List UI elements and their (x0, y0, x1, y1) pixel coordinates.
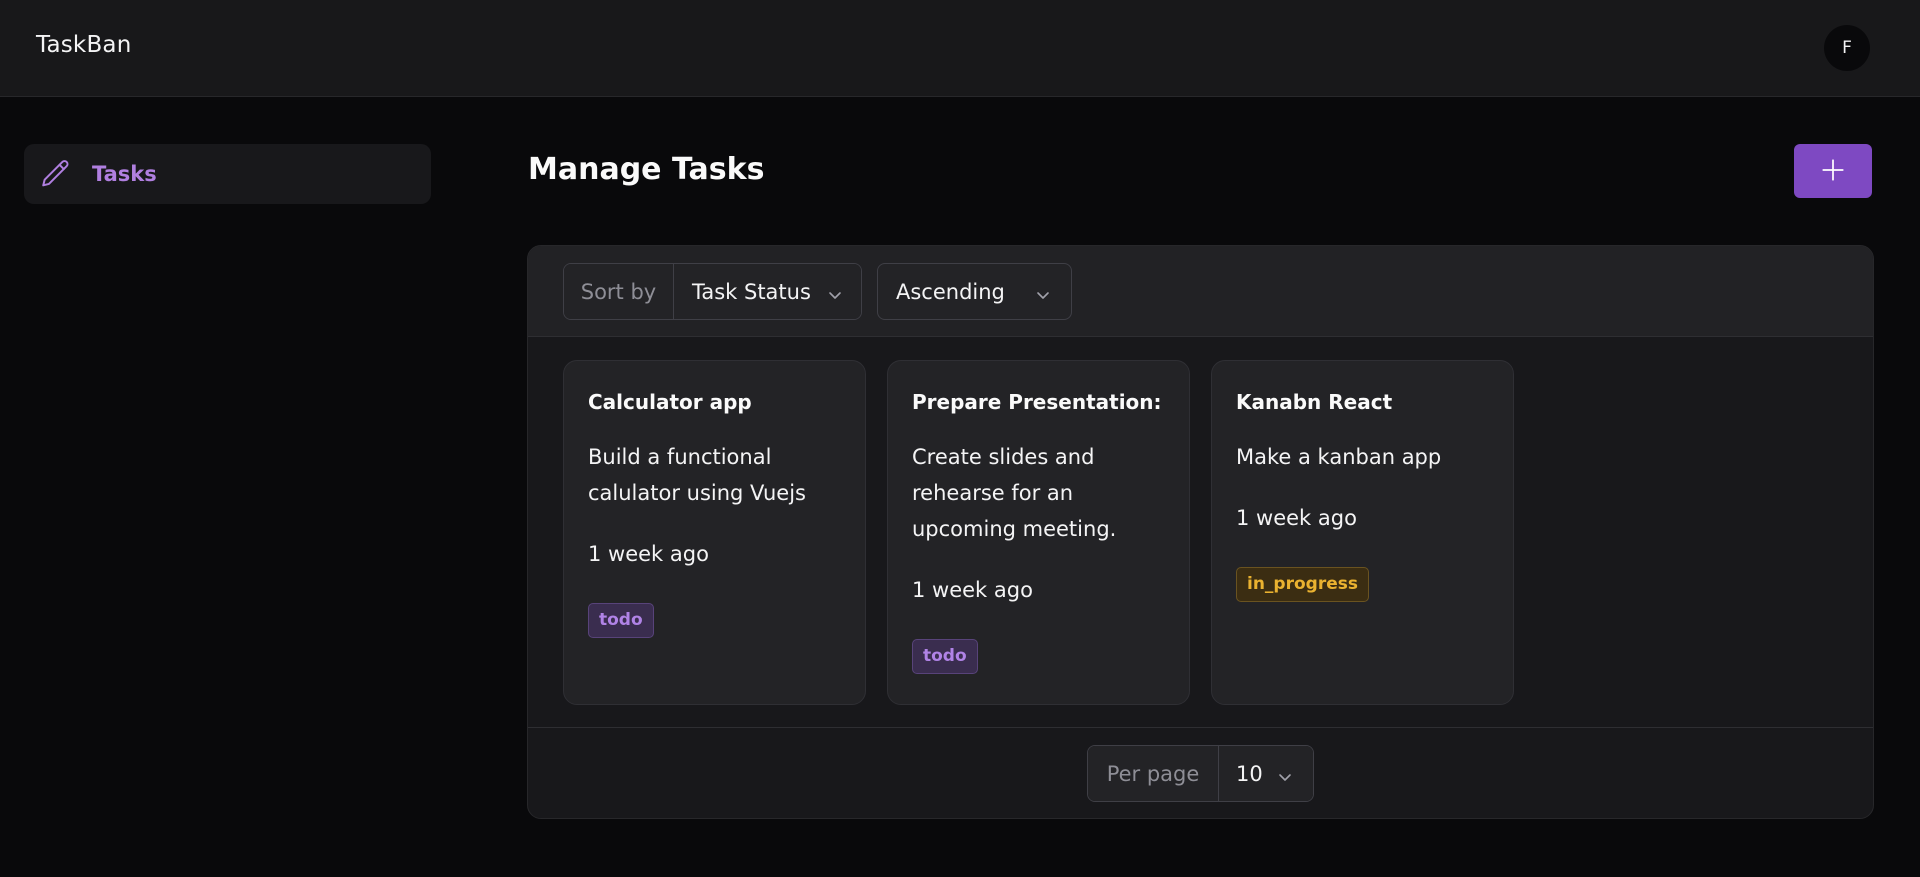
plus-icon (1820, 157, 1846, 186)
task-card[interactable]: Calculator app Build a functional calula… (563, 360, 866, 705)
sort-by-label: Sort by (564, 264, 674, 319)
task-card[interactable]: Prepare Presentation: Create slides and … (887, 360, 1190, 705)
task-title: Calculator app (588, 390, 752, 414)
task-time: 1 week ago (912, 578, 1033, 602)
chevron-down-icon (1277, 766, 1293, 782)
per-page-select[interactable]: 10 (1219, 746, 1313, 801)
status-badge: todo (912, 639, 978, 674)
per-page-value: 10 (1236, 761, 1263, 786)
sort-order-select[interactable]: Ascending (877, 263, 1072, 320)
task-title: Prepare Presentation: (912, 390, 1162, 414)
sort-by-group: Sort by Task Status (563, 263, 862, 320)
sidebar-item-tasks[interactable]: Tasks (24, 144, 431, 204)
per-page-group: Per page 10 (1087, 745, 1314, 802)
chevron-down-icon (827, 284, 843, 300)
per-page-label: Per page (1088, 746, 1219, 801)
task-time: 1 week ago (588, 542, 709, 566)
sort-order-value: Ascending (896, 279, 1005, 304)
status-badge: todo (588, 603, 654, 638)
task-title: Kanabn React (1236, 390, 1393, 414)
task-description: Build a functional calulator using Vuejs (588, 445, 806, 505)
task-card[interactable]: Kanabn React Make a kanban app 1 week ag… (1211, 360, 1514, 705)
top-navbar: TaskBan F (0, 0, 1920, 97)
status-badge: in_progress (1236, 567, 1369, 602)
task-time: 1 week ago (1236, 506, 1357, 530)
sort-field-select[interactable]: Task Status (674, 264, 861, 319)
pagination-footer: Per page 10 (528, 727, 1873, 818)
task-description: Create slides and rehearse for an upcomi… (912, 445, 1117, 541)
tasks-panel: Sort by Task Status Ascending Calculator… (527, 245, 1874, 819)
sort-toolbar: Sort by Task Status Ascending (528, 246, 1873, 337)
pencil-icon (38, 156, 74, 192)
user-avatar[interactable]: F (1824, 25, 1870, 71)
app-brand[interactable]: TaskBan (36, 32, 132, 58)
chevron-down-icon (1035, 284, 1051, 300)
sort-field-value: Task Status (692, 279, 811, 304)
add-task-button[interactable] (1794, 144, 1872, 198)
page-title: Manage Tasks (528, 152, 765, 187)
task-description: Make a kanban app (1236, 445, 1442, 469)
sidebar-item-label: Tasks (92, 162, 157, 186)
